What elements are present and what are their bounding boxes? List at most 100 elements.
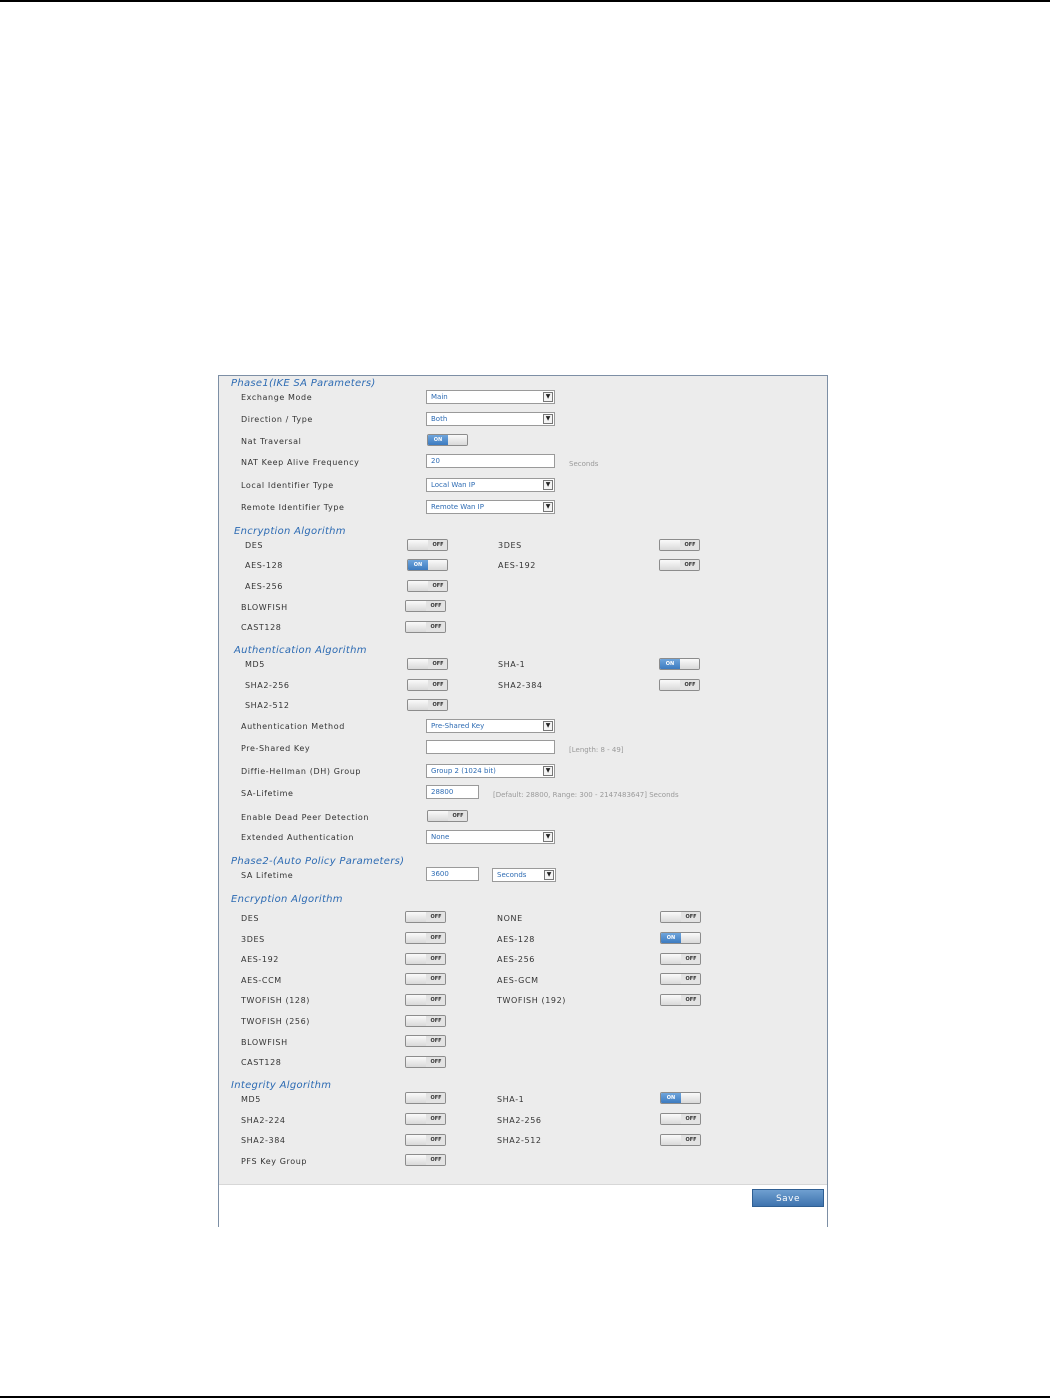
- auth-sha2-512-toggle[interactable]: OFF: [407, 699, 448, 711]
- xauth-select[interactable]: None ▼: [426, 830, 555, 844]
- auth-sha2-256-toggle[interactable]: OFF: [407, 679, 448, 691]
- dh-group-value: Group 2 (1024 bit): [431, 767, 496, 775]
- direction-label: Direction / Type: [241, 415, 313, 424]
- dh-group-select[interactable]: Group 2 (1024 bit) ▼: [426, 764, 555, 778]
- integ-sha2-384-toggle[interactable]: OFF: [405, 1134, 446, 1146]
- toggle-knob: [408, 700, 428, 710]
- dpd-toggle[interactable]: OFF: [427, 810, 468, 822]
- toggle-state-text: ON: [661, 933, 681, 943]
- phase2-sa-lifetime-input[interactable]: 3600: [426, 867, 479, 881]
- nat-traversal-label: Nat Traversal: [241, 437, 302, 446]
- local-identifier-select[interactable]: Local Wan IP ▼: [426, 478, 555, 492]
- enc1-des-toggle[interactable]: OFF: [407, 539, 448, 551]
- save-button[interactable]: Save: [752, 1189, 824, 1207]
- enc2-twofish192-toggle[interactable]: OFF: [660, 994, 701, 1006]
- enc1-cast128-label: CAST128: [241, 623, 282, 632]
- bottom-rule: [0, 1396, 1050, 1398]
- enc2-aes192-toggle[interactable]: OFF: [405, 953, 446, 965]
- enc1-cast128-toggle[interactable]: OFF: [405, 621, 446, 633]
- enc2-cast128-label: CAST128: [241, 1058, 282, 1067]
- toggle-state-text: OFF: [426, 912, 445, 922]
- direction-select[interactable]: Both ▼: [426, 412, 555, 426]
- enc1-aes256-toggle[interactable]: OFF: [407, 580, 448, 592]
- auth-method-label: Authentication Method: [241, 722, 345, 731]
- enc2-aes256-toggle[interactable]: OFF: [660, 953, 701, 965]
- toggle-state-text: ON: [660, 659, 680, 669]
- integ-sha2-224-toggle[interactable]: OFF: [405, 1113, 446, 1125]
- xauth-value: None: [431, 833, 450, 841]
- pfs-key-group-toggle[interactable]: OFF: [405, 1154, 446, 1166]
- integ-sha1-toggle[interactable]: ON: [660, 1092, 701, 1104]
- chevron-down-icon: ▼: [543, 832, 553, 842]
- nat-keep-alive-unit: Seconds: [569, 460, 599, 468]
- enc2-aesccm-toggle[interactable]: OFF: [405, 973, 446, 985]
- auth-md5-label: MD5: [245, 660, 265, 669]
- toggle-state-text: OFF: [426, 1057, 445, 1067]
- pfs-key-group-label: PFS Key Group: [241, 1157, 308, 1166]
- auth-sha1-label: SHA-1: [498, 660, 526, 669]
- nat-keep-alive-input[interactable]: 20: [426, 454, 555, 468]
- enc1-3des-label: 3DES: [498, 541, 522, 550]
- enc1-3des-toggle[interactable]: OFF: [659, 539, 700, 551]
- enc2-aes192-label: AES-192: [241, 955, 279, 964]
- integ-md5-label: MD5: [241, 1095, 261, 1104]
- integ-sha1-label: SHA-1: [497, 1095, 525, 1104]
- enc2-aesgcm-label: AES-GCM: [497, 976, 539, 985]
- toggle-knob: [660, 540, 680, 550]
- toggle-knob: [406, 1114, 426, 1124]
- auth-sha1-toggle[interactable]: ON: [659, 658, 700, 670]
- auth-sha2-384-toggle[interactable]: OFF: [659, 679, 700, 691]
- integ-sha2-512-toggle[interactable]: OFF: [660, 1134, 701, 1146]
- toggle-knob: [406, 1135, 426, 1145]
- enc2-aes256-label: AES-256: [497, 955, 535, 964]
- toggle-state-text: OFF: [428, 581, 447, 591]
- toggle-state-text: OFF: [428, 659, 447, 669]
- toggle-knob: [406, 995, 426, 1005]
- enc1-aes192-toggle[interactable]: OFF: [659, 559, 700, 571]
- enc2-aes128-toggle[interactable]: ON: [660, 932, 701, 944]
- enc2-3des-toggle[interactable]: OFF: [405, 932, 446, 944]
- toggle-knob: [660, 680, 680, 690]
- nat-traversal-toggle[interactable]: ON: [427, 434, 468, 446]
- psk-input[interactable]: [426, 740, 555, 754]
- exchange-mode-select[interactable]: Main ▼: [426, 390, 555, 404]
- enc2-aesccm-label: AES-CCM: [241, 976, 282, 985]
- enc1-aes128-toggle[interactable]: ON: [407, 559, 448, 571]
- remote-identifier-label: Remote Identifier Type: [241, 503, 345, 512]
- toggle-state-text: OFF: [426, 1135, 445, 1145]
- enc2-blowfish-label: BLOWFISH: [241, 1038, 288, 1047]
- enc2-twofish128-label: TWOFISH (128): [241, 996, 311, 1005]
- toggle-knob: [681, 1093, 700, 1103]
- toggle-knob: [661, 954, 681, 964]
- enc2-blowfish-toggle[interactable]: OFF: [405, 1035, 446, 1047]
- auth-sha2-384-label: SHA2-384: [498, 681, 543, 690]
- enc2-aesgcm-toggle[interactable]: OFF: [660, 973, 701, 985]
- phase2-sa-lifetime-unit-select[interactable]: Seconds ▼: [492, 868, 556, 882]
- enc2-none-toggle[interactable]: OFF: [660, 911, 701, 923]
- toggle-state-text: ON: [408, 560, 428, 570]
- toggle-state-text: OFF: [428, 700, 447, 710]
- auth-method-select[interactable]: Pre-Shared Key ▼: [426, 719, 555, 733]
- toggle-knob: [406, 1036, 426, 1046]
- enc2-twofish256-toggle[interactable]: OFF: [405, 1015, 446, 1027]
- toggle-knob: [680, 659, 699, 669]
- toggle-state-text: ON: [428, 435, 448, 445]
- toggle-knob: [661, 912, 681, 922]
- authentication-algorithm-title: Authentication Algorithm: [234, 645, 367, 656]
- enc1-aes192-label: AES-192: [498, 561, 536, 570]
- enc2-des-label: DES: [241, 914, 260, 923]
- enc2-twofish128-toggle[interactable]: OFF: [405, 994, 446, 1006]
- sa-lifetime-label: SA-Lifetime: [241, 789, 294, 798]
- sa-lifetime-note: [Default: 28800, Range: 300 - 2147483647…: [493, 791, 679, 799]
- psk-length-note: [Length: 8 - 49]: [569, 746, 624, 754]
- chevron-down-icon: ▼: [543, 414, 553, 424]
- enc1-blowfish-toggle[interactable]: OFF: [405, 600, 446, 612]
- integ-md5-toggle[interactable]: OFF: [405, 1092, 446, 1104]
- sa-lifetime-input[interactable]: 28800: [426, 785, 479, 799]
- auth-md5-toggle[interactable]: OFF: [407, 658, 448, 670]
- enc2-cast128-toggle[interactable]: OFF: [405, 1056, 446, 1068]
- toggle-state-text: OFF: [426, 933, 445, 943]
- remote-identifier-select[interactable]: Remote Wan IP ▼: [426, 500, 555, 514]
- enc2-des-toggle[interactable]: OFF: [405, 911, 446, 923]
- integ-sha2-256-toggle[interactable]: OFF: [660, 1113, 701, 1125]
